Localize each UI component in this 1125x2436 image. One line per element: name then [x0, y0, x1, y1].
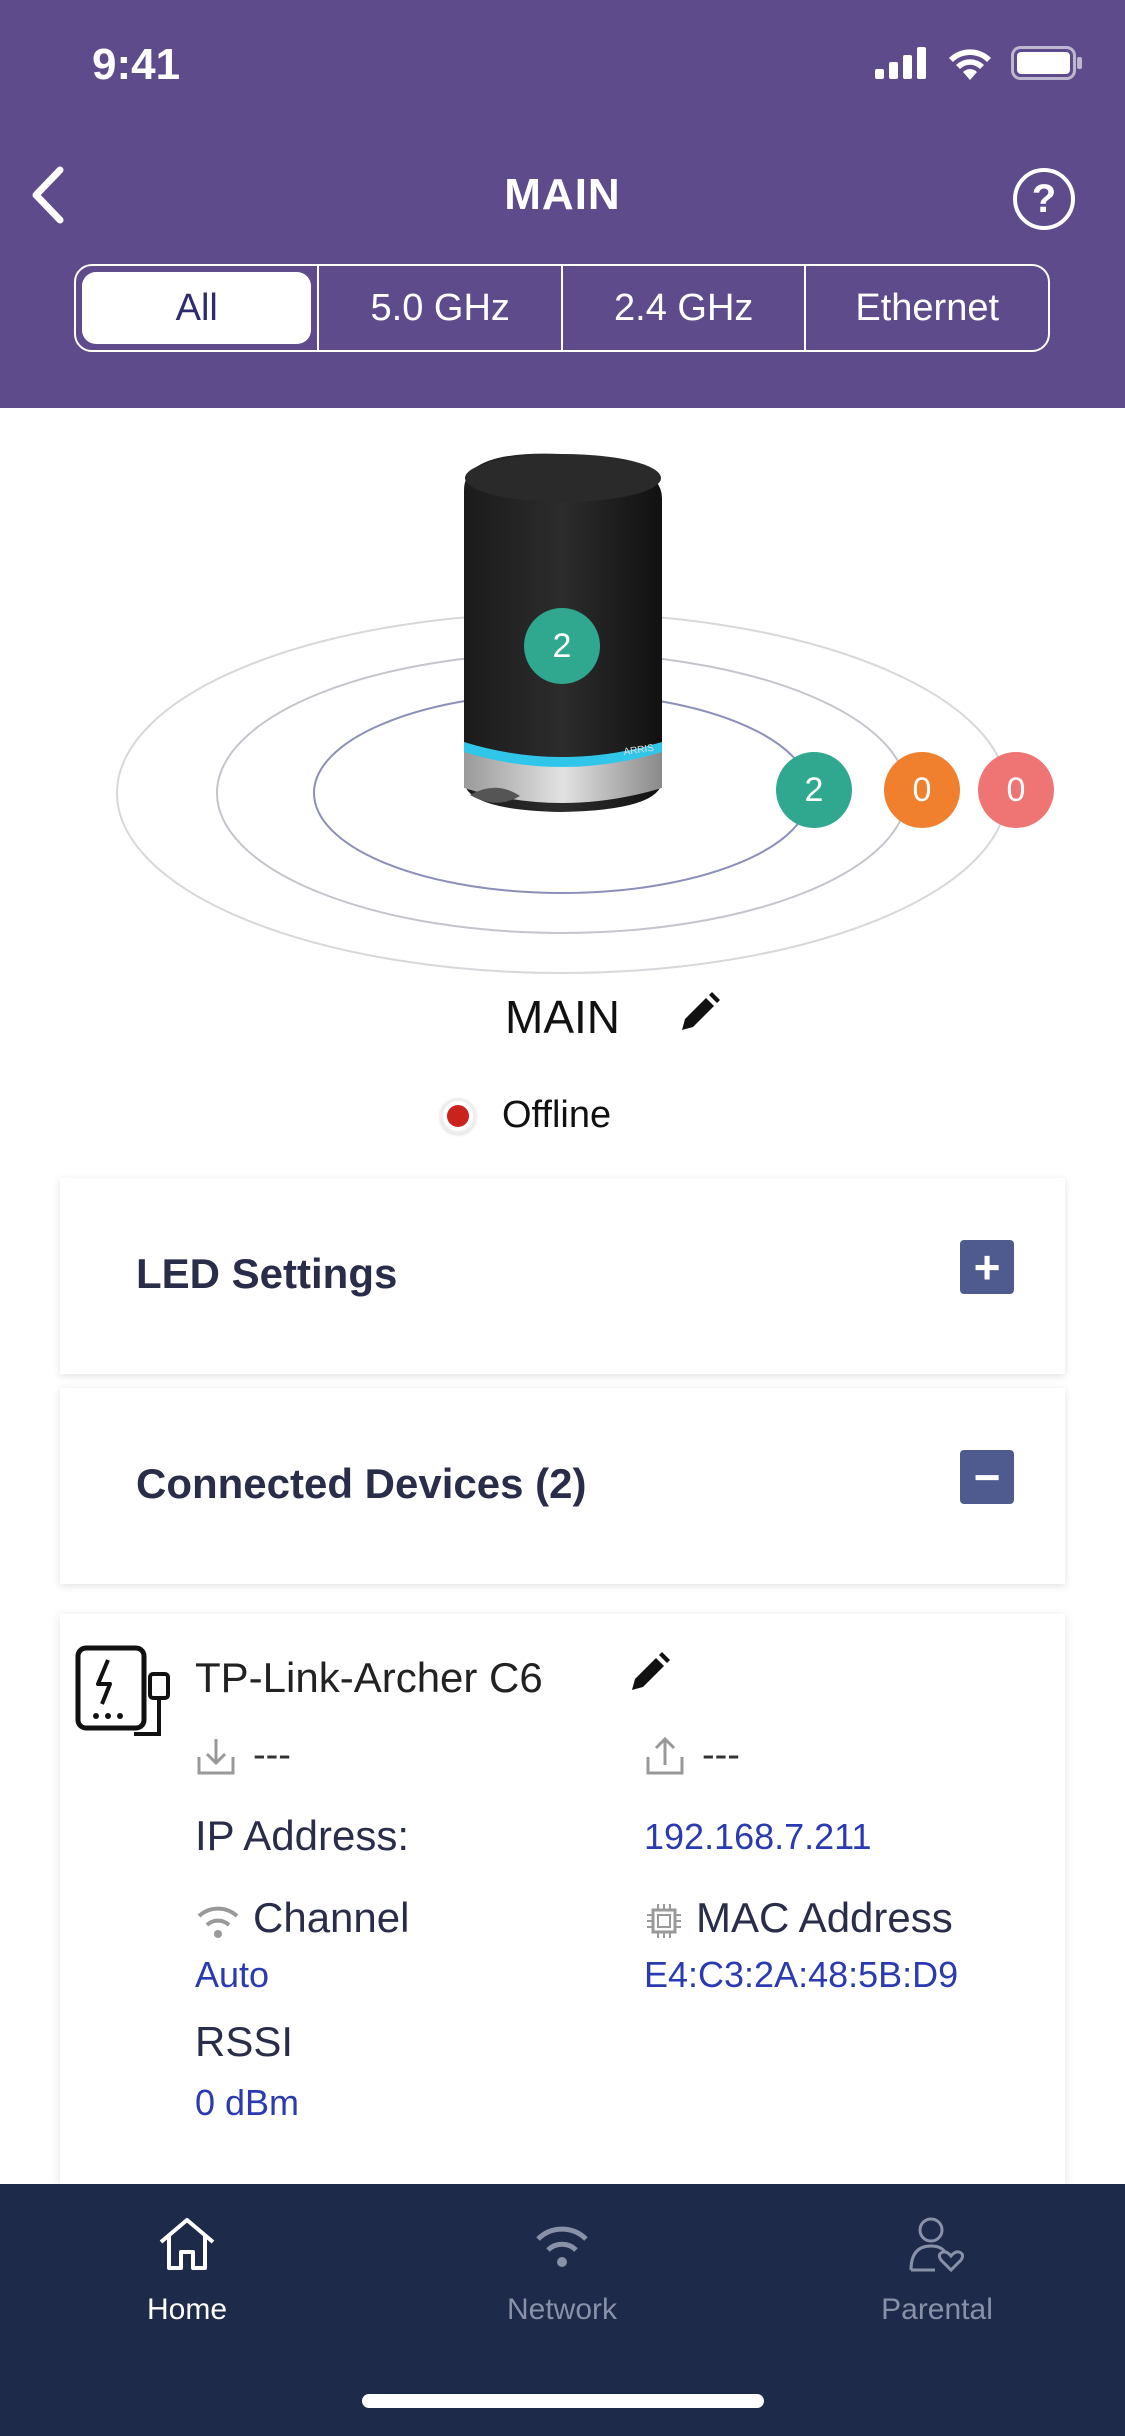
device-name: MAIN [505, 991, 620, 1043]
client-device-name: TP-Link-Archer C6 [195, 1654, 543, 1701]
home-icon [159, 2218, 215, 2270]
download-icon [197, 1738, 235, 1774]
mac-label-row: MAC Address [644, 1894, 953, 1942]
band-count-badge-3[interactable]: 0 [978, 752, 1054, 828]
mac-address-value: E4:C3:2A:48:5B:D9 [644, 1954, 959, 1995]
battery-icon [1011, 46, 1082, 80]
band-count-badge-2[interactable]: 0 [884, 752, 960, 828]
tab-parental-label: Parental [881, 2293, 993, 2326]
cellular-signal-icon [875, 47, 926, 79]
channel-value: Auto [195, 1954, 270, 1995]
band-filter-segmented-control: All 5.0 GHz 2.4 GHz Ethernet [74, 264, 1050, 352]
connected-device-item: TP-Link-Archer C6 --- --- IP Address: 19… [60, 1614, 1065, 2184]
band-count-badge-1[interactable]: 2 [776, 752, 852, 828]
connected-devices-card[interactable]: Connected Devices (2) − [60, 1388, 1065, 1584]
download-value: --- [253, 1734, 291, 1776]
status-icons [875, 46, 1083, 80]
mac-address-label: MAC Address [696, 1894, 953, 1941]
offline-status-dot-icon [440, 1097, 476, 1134]
tab-network[interactable]: Network [452, 2214, 672, 2327]
download-traffic: --- [195, 1734, 291, 1777]
rssi-value: 0 dBm [195, 2082, 300, 2123]
segment-24ghz[interactable]: 2.4 GHz [560, 266, 805, 350]
upload-icon [646, 1736, 684, 1774]
router-visualization: ARRIS 2 2 0 0 [0, 408, 1125, 1028]
collapse-minus-button[interactable]: − [960, 1450, 1014, 1504]
status-time: 9:41 [92, 40, 181, 89]
tab-home[interactable]: Home [77, 2214, 297, 2327]
device-status: Offline [440, 1094, 611, 1137]
chip-icon [647, 1903, 681, 1938]
router-center-count-badge: 2 [524, 608, 600, 684]
segment-ethernet[interactable]: Ethernet [804, 266, 1048, 350]
home-indicator [362, 2394, 764, 2408]
ip-address-value: 192.168.7.211 [644, 1816, 872, 1857]
channel-label-row: Channel [195, 1894, 409, 1942]
edit-name-pencil-icon[interactable] [676, 990, 722, 1036]
wifi-channel-icon [197, 1906, 239, 1938]
tab-parental[interactable]: Parental [827, 2214, 1047, 2327]
connected-devices-title: Connected Devices (2) [136, 1460, 587, 1507]
expand-plus-button[interactable]: + [960, 1240, 1014, 1294]
tab-network-label: Network [506, 2293, 618, 2326]
header: 9:41 MAIN ? All 5.0 GHz 2.4 GHz Ethernet [0, 0, 1125, 408]
device-status-text: Offline [502, 1094, 612, 1136]
help-icon[interactable]: ? [1013, 168, 1075, 230]
channel-label: Channel [253, 1894, 410, 1941]
parental-icon [909, 2217, 965, 2273]
ip-address-label: IP Address: [195, 1812, 410, 1859]
page-title: MAIN [504, 170, 621, 219]
edit-client-pencil-icon[interactable] [626, 1650, 672, 1696]
tab-home-label: Home [146, 2293, 228, 2326]
network-wifi-icon [536, 2226, 588, 2267]
wifi-status-icon [949, 49, 991, 80]
segment-all[interactable]: All [82, 272, 312, 344]
rssi-label: RSSI [195, 2018, 294, 2065]
led-settings-card[interactable]: LED Settings + [60, 1178, 1065, 1374]
upload-traffic: --- [644, 1734, 740, 1777]
led-settings-title: LED Settings [136, 1250, 398, 1297]
upload-value: --- [702, 1734, 740, 1776]
router-device-icon [75, 1645, 170, 1736]
segment-5ghz[interactable]: 5.0 GHz [317, 266, 561, 350]
